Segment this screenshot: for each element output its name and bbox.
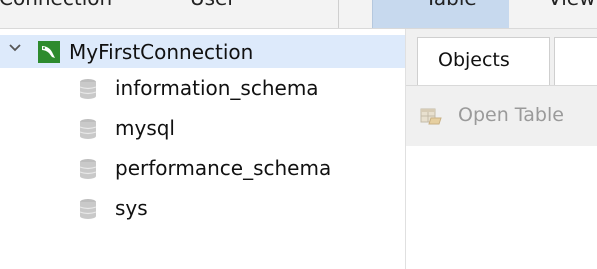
toolbar-table-button[interactable]: Table — [372, 0, 509, 28]
tree-database-label: sys — [115, 196, 148, 220]
tree-database-row[interactable]: mysql — [0, 114, 405, 144]
open-table-icon — [420, 108, 442, 125]
database-icon — [79, 199, 97, 219]
tree-database-row[interactable]: information_schema — [0, 74, 405, 104]
toolbar-table-label: Table — [425, 0, 477, 10]
tree-database-label: performance_schema — [115, 156, 332, 180]
toolbar-view-button[interactable]: View — [548, 0, 595, 10]
chevron-down-icon[interactable] — [8, 41, 22, 55]
objects-panel: Objects Open Table — [406, 29, 597, 269]
objects-content-area — [406, 146, 597, 269]
tree-connection-label: MyFirstConnection — [69, 40, 254, 64]
tree-connection-row[interactable]: MyFirstConnection — [0, 35, 405, 68]
main-toolbar: Connection User Table View — [0, 0, 597, 29]
tree-database-row[interactable]: sys — [0, 194, 405, 224]
tree-database-row[interactable]: performance_schema — [0, 154, 405, 184]
tab-objects[interactable]: Objects — [417, 37, 550, 85]
open-table-button[interactable]: Open Table — [458, 104, 564, 126]
database-icon — [79, 159, 97, 179]
toolbar-connection-button[interactable]: Connection — [0, 0, 112, 10]
tab-blank[interactable] — [554, 37, 597, 85]
tree-database-label: mysql — [115, 116, 175, 140]
database-icon — [79, 79, 97, 99]
connection-tree: MyFirstConnection information_schema mys… — [0, 29, 405, 269]
tree-database-label: information_schema — [115, 76, 319, 100]
database-icon — [79, 119, 97, 139]
objects-toolbar: Open Table — [406, 85, 597, 146]
toolbar-user-button[interactable]: User — [190, 0, 236, 10]
dolphin-icon — [38, 41, 60, 63]
toolbar-separator — [338, 0, 339, 28]
tab-objects-label: Objects — [438, 49, 510, 71]
